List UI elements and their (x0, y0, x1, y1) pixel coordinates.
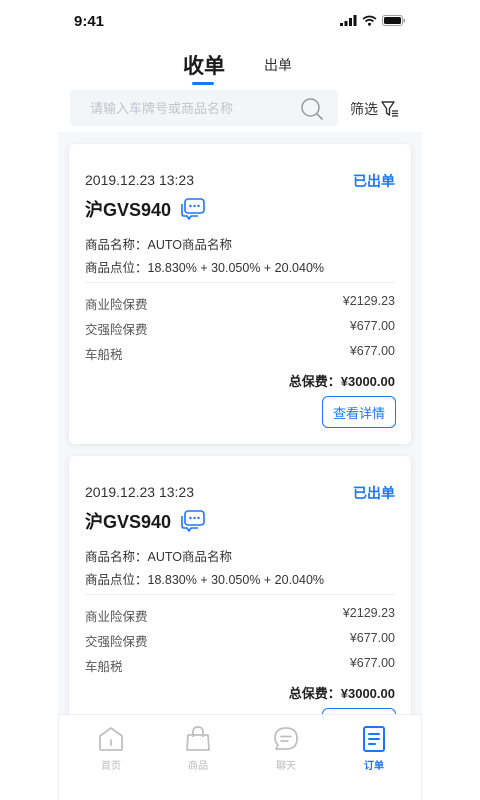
divider (85, 594, 395, 595)
total-premium: 总保费：¥3000.00 (288, 686, 395, 701)
view-details-button[interactable]: 查看详情 (322, 396, 396, 428)
nav-label: 聊天 (276, 761, 296, 772)
nav-label: 首页 (101, 761, 121, 772)
divider (85, 282, 395, 283)
order-card[interactable]: 2019.12.23 13:23 已出单 沪GVS940 商品名称：AUTO商品… (69, 456, 411, 756)
active-tab-indicator (192, 82, 214, 85)
order-card[interactable]: 2019.12.23 13:23 已出单 沪GVS940 商品名称：AUTO商品… (69, 144, 411, 444)
fee-value: ¥677.00 (349, 631, 395, 645)
filter-icon (381, 101, 398, 117)
plate-row: 沪GVS940 (85, 508, 205, 534)
fee-value: ¥677.00 (349, 344, 395, 358)
order-list[interactable]: 2019.12.23 13:23 已出单 沪GVS940 商品名称：AUTO商品… (58, 132, 422, 800)
message-icon[interactable] (181, 198, 205, 220)
search-icon[interactable] (300, 97, 324, 121)
tab-receive[interactable]: 收单 (183, 50, 225, 80)
total-premium: 总保费：¥3000.00 (288, 374, 395, 389)
plate-number: 沪GVS940 (85, 512, 172, 532)
fee-value: ¥2129.23 (342, 294, 395, 308)
shopping-bag-icon (186, 726, 210, 751)
signal-icon (340, 15, 357, 26)
fee-name: 商业险保费 (85, 298, 148, 312)
plate-number: 沪GVS940 (85, 200, 172, 220)
search-box (70, 90, 338, 126)
status-icons (340, 15, 406, 26)
product-points: 商品点位：18.830% + 30.050% + 20.040% (85, 573, 325, 587)
home-icon (99, 727, 123, 751)
order-icon (363, 726, 385, 752)
tab-issue[interactable]: 出单 (264, 55, 292, 75)
status-time: 9:41 (74, 13, 105, 30)
order-tabs: 收单 出单 (0, 44, 480, 90)
product-name: 商品名称：AUTO商品名称 (85, 550, 232, 564)
fee-value: ¥677.00 (349, 319, 395, 333)
battery-icon (382, 15, 406, 26)
nav-item-orders[interactable]: 订单 (344, 725, 404, 772)
order-status: 已出单 (353, 173, 395, 189)
nav-item-home[interactable]: 首页 (81, 725, 141, 772)
nav-label: 商品 (188, 761, 208, 772)
nav-label: 订单 (364, 761, 384, 772)
chat-icon (274, 727, 298, 750)
status-bar: 9:41 (0, 0, 480, 44)
order-status: 已出单 (353, 485, 395, 501)
product-name: 商品名称：AUTO商品名称 (85, 238, 232, 252)
product-points: 商品点位：18.830% + 30.050% + 20.040% (85, 261, 325, 275)
plate-row: 沪GVS940 (85, 196, 205, 222)
search-row: 筛选 (70, 90, 410, 126)
fee-name: 车船税 (85, 348, 123, 362)
filter-button[interactable]: 筛选 (350, 99, 399, 119)
filter-label: 筛选 (350, 101, 378, 117)
nav-item-goods[interactable]: 商品 (168, 725, 228, 772)
wifi-icon (362, 15, 377, 26)
fee-name: 车船税 (85, 660, 123, 674)
fee-value: ¥2129.23 (342, 606, 395, 620)
bottom-nav: 首页 商品 聊天 订单 (58, 714, 422, 800)
nav-item-chat[interactable]: 聊天 (256, 725, 316, 772)
fee-name: 交强险保费 (85, 635, 148, 649)
fee-name: 商业险保费 (85, 610, 148, 624)
order-datetime: 2019.12.23 13:23 (85, 484, 194, 500)
order-datetime: 2019.12.23 13:23 (85, 172, 194, 188)
fee-value: ¥677.00 (349, 656, 395, 670)
search-input[interactable] (70, 90, 290, 126)
message-icon[interactable] (181, 510, 205, 532)
fee-name: 交强险保费 (85, 323, 148, 337)
